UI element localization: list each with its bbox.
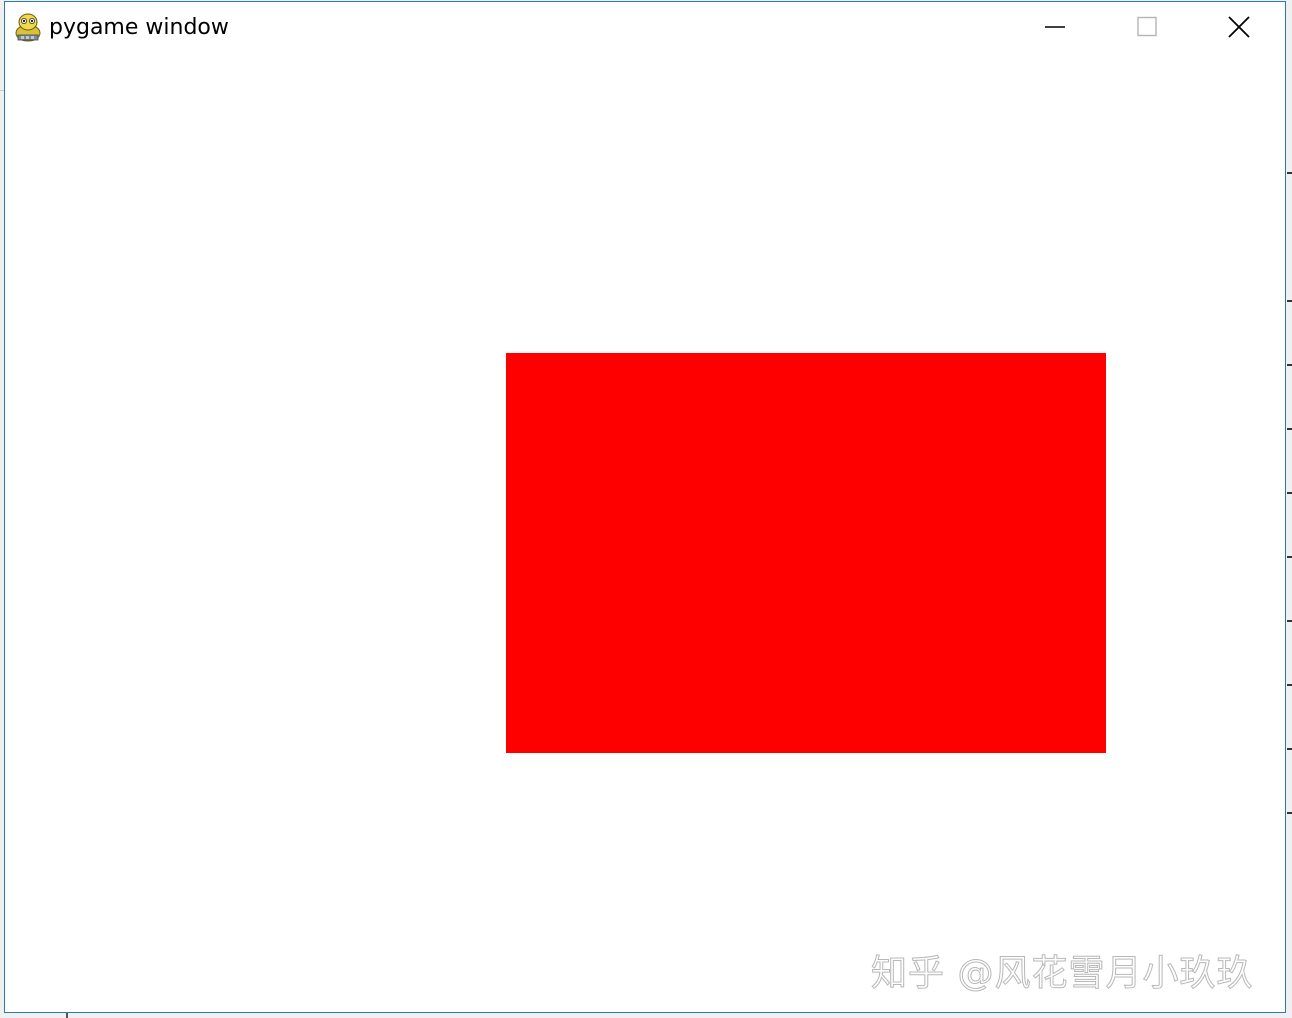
- window-title: pygame window: [49, 15, 229, 40]
- title-bar[interactable]: pygame window: [5, 2, 1285, 54]
- close-button[interactable]: [1193, 2, 1285, 52]
- minimize-icon: [1045, 26, 1065, 28]
- maximize-icon: [1137, 16, 1157, 37]
- pygame-snake-icon[interactable]: [13, 11, 43, 43]
- minimize-button[interactable]: [1009, 2, 1101, 52]
- maximize-button[interactable]: [1101, 2, 1193, 52]
- close-icon: [1228, 16, 1250, 38]
- red-rectangle: [506, 353, 1106, 753]
- pygame-window[interactable]: pygame window 知乎 @风花雪月小玖玖: [4, 1, 1286, 1013]
- game-canvas[interactable]: 知乎 @风花雪月小玖玖: [5, 54, 1285, 1012]
- background-window-ruler: [1287, 0, 1292, 1018]
- background-window-edge: [66, 1013, 68, 1018]
- watermark: 知乎 @风花雪月小玖玖: [870, 953, 1254, 995]
